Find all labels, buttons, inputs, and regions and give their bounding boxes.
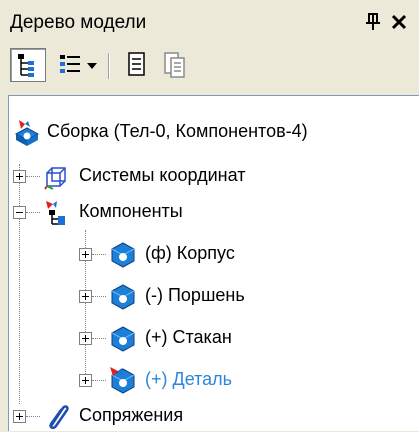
tree-item-mates[interactable]: Сопряжения: [9, 400, 409, 432]
part-edit-icon: [110, 367, 135, 394]
properties-button[interactable]: [120, 48, 154, 82]
tree-item-part[interactable]: (-) Поршень: [9, 280, 409, 312]
coordinate-system-icon: [44, 167, 66, 190]
report-icon: [164, 52, 185, 78]
tree-item-coordinate-systems[interactable]: Системы координат: [9, 160, 409, 192]
tree-guide-line: [92, 254, 106, 256]
part-icon: [111, 242, 135, 268]
tree-item-label: (+) Деталь: [145, 369, 233, 389]
mates-icon: [49, 405, 69, 429]
components-icon: [46, 201, 65, 225]
toolbar-separator: [108, 53, 110, 79]
tree-guide-line: [26, 176, 40, 178]
model-tree-panel: Дерево модели Сборка (Тел-0, Компонентов…: [0, 0, 419, 431]
assembly-icon: [14, 120, 40, 146]
report-button[interactable]: [158, 48, 192, 82]
properties-icon: [128, 52, 145, 76]
tree-item-label: (+) Стакан: [145, 327, 232, 347]
tree-guide-line: [92, 380, 106, 382]
tree-guide-line: [26, 416, 40, 418]
tree-item-part-edit[interactable]: (+) Деталь: [9, 364, 409, 396]
tree-toolbar: [0, 44, 419, 94]
tree-structure-icon: [18, 54, 34, 77]
tree-item-label: (-) Поршень: [145, 285, 245, 305]
panel-title-bar: Дерево модели: [0, 0, 419, 42]
part-icon: [111, 326, 135, 352]
tree-item-part[interactable]: (+) Стакан: [9, 322, 409, 354]
tree-item-components[interactable]: Компоненты: [9, 196, 409, 228]
pin-icon[interactable]: [364, 12, 384, 32]
panel-title: Дерево модели: [10, 12, 147, 33]
tree-structure-button[interactable]: [10, 48, 46, 82]
close-icon[interactable]: [389, 12, 409, 32]
tree-guide-line: [92, 296, 106, 298]
tree-item-label: Системы координат: [79, 165, 246, 185]
expand-toggle[interactable]: [13, 410, 26, 423]
tree-item-label: Сопряжения: [79, 405, 184, 425]
list-view-icon: [60, 55, 80, 73]
tree-root-label: Сборка (Тел-0, Компонентов-4): [47, 121, 308, 141]
expand-toggle[interactable]: [13, 170, 26, 183]
expand-toggle[interactable]: [79, 248, 92, 261]
tree-item-label: (ф) Корпус: [145, 243, 235, 263]
expand-toggle[interactable]: [79, 332, 92, 345]
expand-toggle[interactable]: [79, 290, 92, 303]
part-icon: [111, 284, 135, 310]
tree-root-node[interactable]: Сборка (Тел-0, Компонентов-4): [9, 116, 409, 148]
tree-guide-line: [92, 338, 106, 340]
collapse-toggle[interactable]: [13, 206, 26, 219]
model-tree: Сборка (Тел-0, Компонентов-4) Системы ко…: [8, 95, 419, 431]
tree-item-part[interactable]: (ф) Корпус: [9, 238, 409, 270]
tree-item-label: Компоненты: [79, 201, 183, 221]
tree-guide-line: [26, 212, 40, 214]
expand-toggle[interactable]: [79, 374, 92, 387]
chevron-down-icon[interactable]: [87, 63, 97, 69]
